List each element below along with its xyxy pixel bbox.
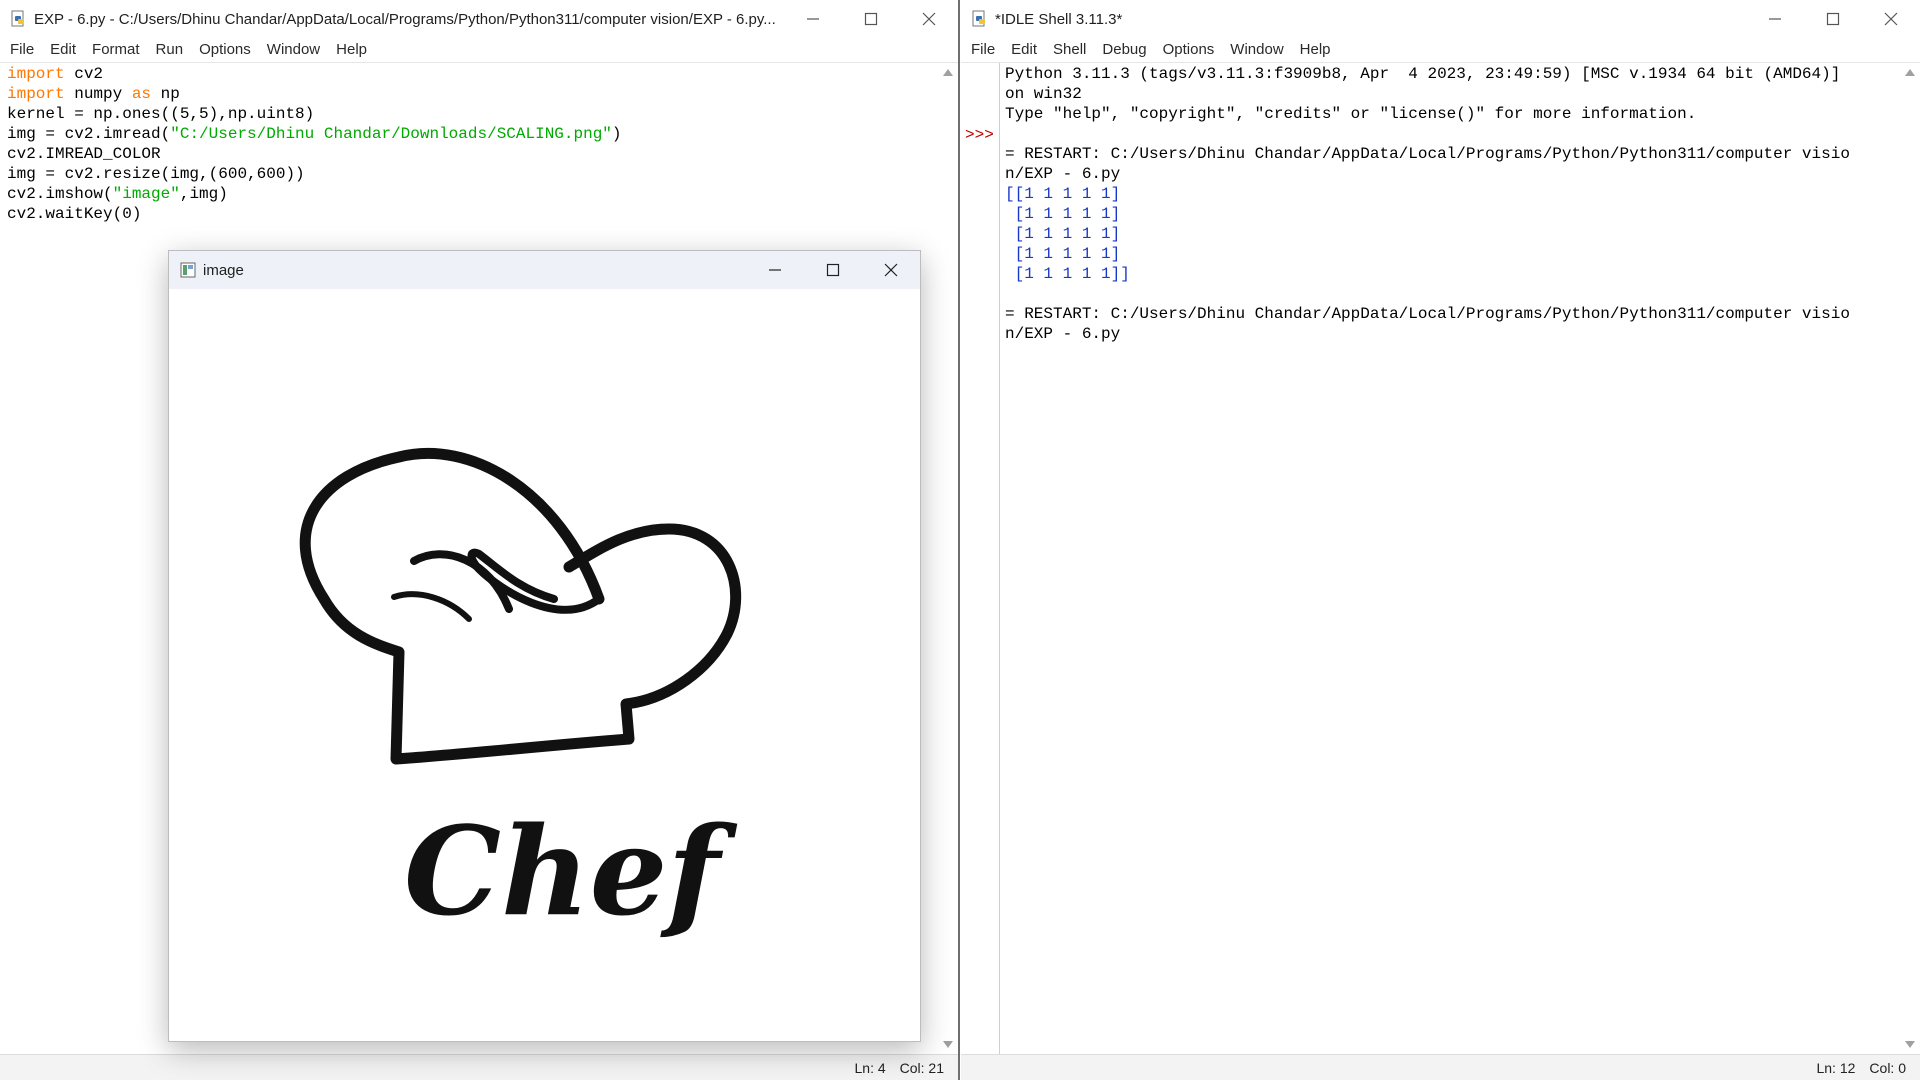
- editor-statusbar: Ln: 4 Col: 21: [0, 1054, 958, 1080]
- maximize-icon: [1826, 12, 1840, 26]
- shell-line: on win32: [1005, 85, 1082, 103]
- array-output-line: [1 1 1 1 1]: [1005, 245, 1121, 263]
- close-icon: [922, 12, 936, 26]
- minimize-icon: [1769, 18, 1781, 20]
- array-output-line: [1 1 1 1 1]: [1005, 225, 1121, 243]
- image-canvas: Chef: [169, 289, 920, 1041]
- image-window-title: image: [203, 261, 244, 279]
- code-string: "image": [112, 185, 180, 203]
- minimize-button[interactable]: [746, 251, 804, 289]
- code-text: img = cv2.resize(img,(600,600)): [7, 165, 305, 183]
- code-text: ,img): [179, 185, 228, 203]
- scroll-up-icon[interactable]: [1905, 68, 1915, 76]
- menu-window[interactable]: Window: [259, 38, 328, 62]
- array-output-line: [1 1 1 1 1]]: [1005, 265, 1130, 283]
- shell-line: = RESTART: C:/Users/Dhinu Chandar/AppDat…: [1005, 305, 1850, 323]
- chef-hat-logo: Chef: [299, 448, 742, 943]
- menu-options[interactable]: Options: [191, 38, 259, 62]
- menu-help[interactable]: Help: [328, 38, 375, 62]
- minimize-button[interactable]: [1746, 0, 1804, 38]
- shell-scrollbar[interactable]: [1900, 63, 1920, 1054]
- minimize-button[interactable]: [784, 0, 842, 38]
- maximize-button[interactable]: [804, 251, 862, 289]
- code-text: cv2.imshow(: [7, 185, 113, 203]
- shell-titlebar[interactable]: *IDLE Shell 3.11.3*: [961, 0, 1920, 38]
- code-text: cv2: [64, 65, 104, 83]
- shell-line: n/EXP - 6.py: [1005, 325, 1121, 343]
- minimize-icon: [769, 269, 781, 271]
- shell-statusbar: Ln: 12 Col: 0: [961, 1054, 1920, 1080]
- scroll-down-icon[interactable]: [943, 1041, 953, 1049]
- menu-run[interactable]: Run: [148, 38, 192, 62]
- shell-menubar: File Edit Shell Debug Options Window Hel…: [961, 38, 1920, 63]
- editor-menubar: File Edit Format Run Options Window Help: [0, 38, 958, 63]
- close-icon: [884, 263, 898, 277]
- editor-title: EXP - 6.py - C:/Users/Dhinu Chandar/AppD…: [34, 10, 776, 28]
- menu-edit[interactable]: Edit: [1003, 38, 1045, 62]
- code-text: ): [611, 125, 622, 143]
- menu-window[interactable]: Window: [1222, 38, 1291, 62]
- scroll-up-icon[interactable]: [943, 68, 953, 76]
- minimize-icon: [807, 18, 819, 20]
- close-button[interactable]: [900, 0, 958, 38]
- close-button[interactable]: [1862, 0, 1920, 38]
- menu-format[interactable]: Format: [84, 38, 148, 62]
- status-line: Ln: 12: [1816, 1059, 1856, 1076]
- menu-edit[interactable]: Edit: [42, 38, 84, 62]
- scroll-down-icon[interactable]: [1905, 1041, 1915, 1049]
- shell-line: Type "help", "copyright", "credits" or "…: [1005, 105, 1697, 123]
- menu-file[interactable]: File: [963, 38, 1003, 62]
- array-output-line: [1 1 1 1 1]: [1005, 205, 1121, 223]
- status-col: Col: 21: [899, 1059, 944, 1076]
- python-file-icon: [11, 10, 24, 27]
- shell-prompt: >>>: [965, 126, 994, 144]
- status-col: Col: 0: [1869, 1059, 1906, 1076]
- chef-logo-text: Chef: [404, 799, 737, 943]
- image-window[interactable]: image Chef: [168, 250, 921, 1042]
- menu-help[interactable]: Help: [1292, 38, 1339, 62]
- code-text: cv2.waitKey(0): [7, 205, 142, 223]
- shell-window: *IDLE Shell 3.11.3* File Edit Shell Debu…: [961, 0, 1920, 1080]
- menu-debug[interactable]: Debug: [1094, 38, 1154, 62]
- code-keyword: as: [131, 85, 152, 103]
- code-text: img = cv2.imread(: [7, 125, 171, 143]
- close-icon: [1884, 12, 1898, 26]
- shell-title: *IDLE Shell 3.11.3*: [995, 10, 1123, 28]
- shell-line: n/EXP - 6.py: [1005, 165, 1121, 183]
- python-shell-icon: [972, 10, 985, 27]
- shell-line: = RESTART: C:/Users/Dhinu Chandar/AppDat…: [1005, 145, 1850, 163]
- maximize-icon: [864, 12, 878, 26]
- code-text: kernel = np.ones((5,5),np.uint8): [7, 105, 315, 123]
- code-text: np: [151, 85, 180, 103]
- status-line: Ln: 4: [854, 1059, 886, 1076]
- code-text: numpy: [64, 85, 132, 103]
- editor-scrollbar[interactable]: [938, 63, 958, 1054]
- shell-output[interactable]: Python 3.11.3 (tags/v3.11.3:f3909b8, Apr…: [1005, 64, 1850, 344]
- code-string: "C:/Users/Dhinu Chandar/Downloads/SCALIN…: [170, 125, 612, 143]
- array-output-line: [[1 1 1 1 1]: [1005, 185, 1121, 203]
- menu-options[interactable]: Options: [1155, 38, 1223, 62]
- code-keyword: import: [7, 85, 65, 103]
- code-editor[interactable]: import cv2 import numpy as np kernel = n…: [7, 64, 622, 224]
- code-keyword: import: [7, 65, 65, 83]
- code-text: cv2.IMREAD_COLOR: [7, 145, 161, 163]
- shell-gutter: >>>: [961, 63, 1000, 1054]
- image-window-icon: [180, 262, 196, 278]
- editor-titlebar[interactable]: EXP - 6.py - C:/Users/Dhinu Chandar/AppD…: [0, 0, 958, 38]
- shell-line: Python 3.11.3 (tags/v3.11.3:f3909b8, Apr…: [1005, 65, 1841, 83]
- menu-file[interactable]: File: [2, 38, 42, 62]
- close-button[interactable]: [862, 251, 920, 289]
- maximize-button[interactable]: [842, 0, 900, 38]
- menu-shell[interactable]: Shell: [1045, 38, 1094, 62]
- maximize-icon: [826, 263, 840, 277]
- maximize-button[interactable]: [1804, 0, 1862, 38]
- image-window-titlebar[interactable]: image: [169, 251, 920, 289]
